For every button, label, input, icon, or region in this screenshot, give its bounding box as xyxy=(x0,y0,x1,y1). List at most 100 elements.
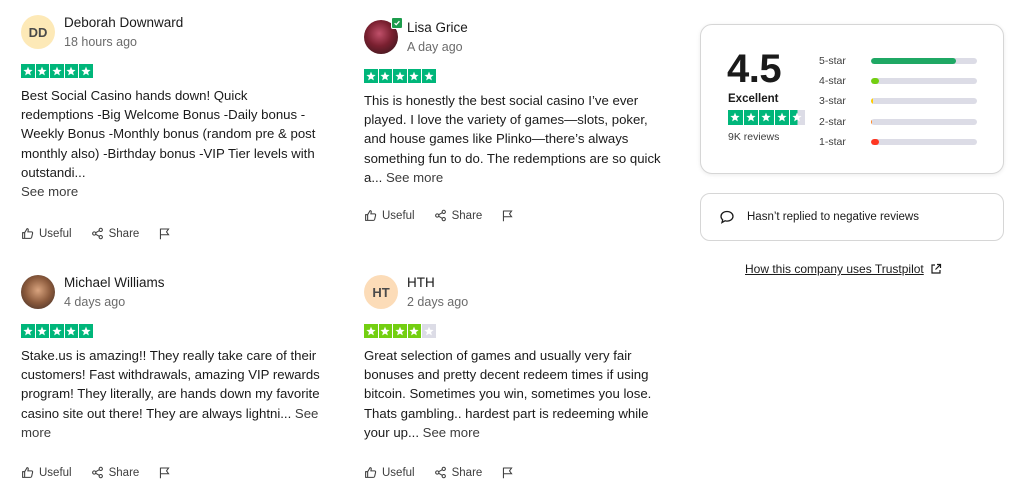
flag-icon xyxy=(160,228,170,240)
review-header: Lisa Grice A day ago xyxy=(364,17,664,57)
report-button[interactable] xyxy=(158,227,171,240)
review-actions: Useful Share xyxy=(364,209,533,222)
star-rating xyxy=(364,324,664,339)
review-date: 2 days ago xyxy=(407,294,469,309)
avatar[interactable] xyxy=(364,17,403,54)
useful-button[interactable]: Useful xyxy=(364,466,415,479)
star-icon xyxy=(728,110,743,125)
review-actions: Useful Share xyxy=(21,227,190,240)
avatar[interactable]: HT xyxy=(364,275,398,309)
review-actions: Useful Share xyxy=(21,466,190,479)
distribution-row[interactable]: 5-star xyxy=(819,51,977,71)
thumbs-up-icon xyxy=(22,228,34,239)
reviewer-name[interactable]: Michael Williams xyxy=(64,274,165,291)
distribution-label: 2-star xyxy=(819,115,846,128)
reviewer-name[interactable]: Deborah Downward xyxy=(64,14,183,31)
distribution-bar-fill xyxy=(871,58,956,65)
avatar[interactable] xyxy=(21,275,55,309)
share-icon xyxy=(434,466,446,479)
reply-notice: Hasn’t replied to negative reviews xyxy=(700,193,1004,241)
verified-badge xyxy=(391,17,403,29)
share-button[interactable]: Share xyxy=(91,466,140,479)
reviewer-name[interactable]: HTH xyxy=(407,274,468,291)
report-button[interactable] xyxy=(501,466,514,479)
useful-button[interactable]: Useful xyxy=(21,227,72,240)
distribution-label: 3-star xyxy=(819,95,846,108)
see-more-link[interactable]: See more xyxy=(423,425,480,440)
star-icon xyxy=(407,324,421,338)
share-button[interactable]: Share xyxy=(434,466,483,479)
flag-icon xyxy=(503,467,513,479)
thumbs-up-icon xyxy=(365,210,377,221)
star-icon xyxy=(21,324,35,338)
flag-icon xyxy=(160,467,170,479)
rating-distribution: 5-star 4-star 3-star 2-star 1-star xyxy=(819,51,977,152)
star-icon xyxy=(64,324,78,338)
distribution-bar-fill xyxy=(871,138,880,145)
distribution-bar-track xyxy=(871,138,977,145)
distribution-row[interactable]: 4-star xyxy=(819,71,977,91)
distribution-label: 1-star xyxy=(819,135,846,148)
distribution-row[interactable]: 3-star xyxy=(819,91,977,111)
reviews-count: 9K reviews xyxy=(728,131,780,143)
distribution-bar-track xyxy=(871,78,977,85)
see-more-link[interactable]: See more xyxy=(386,170,443,185)
share-button[interactable]: Share xyxy=(434,209,483,222)
star-icon xyxy=(50,324,64,338)
star-icon xyxy=(364,324,378,338)
report-button[interactable] xyxy=(158,466,171,479)
see-more-link[interactable]: See more xyxy=(21,182,321,201)
star-icon xyxy=(422,69,436,83)
review-text: Stake.us is amazing!! They really take c… xyxy=(21,346,321,442)
trust-score: 4.5 xyxy=(727,47,782,91)
distribution-bar-fill xyxy=(871,98,874,105)
summary-star-rating xyxy=(728,110,805,125)
share-label: Share xyxy=(108,466,140,479)
useful-button[interactable]: Useful xyxy=(364,209,415,222)
share-label: Share xyxy=(451,209,483,222)
reviewer-name[interactable]: Lisa Grice xyxy=(407,19,468,36)
star-icon xyxy=(35,64,49,78)
distribution-label: 5-star xyxy=(819,55,846,68)
share-label: Share xyxy=(451,466,483,479)
review-header: HT HTH 2 days ago xyxy=(364,272,664,312)
review-date: 18 hours ago xyxy=(64,34,137,49)
review-card: Michael Williams 4 days ago Stake.us is … xyxy=(21,272,321,442)
review-body: Best Social Casino hands down! Quick red… xyxy=(21,88,316,180)
star-rating xyxy=(21,324,321,339)
share-button[interactable]: Share xyxy=(91,227,140,240)
distribution-row[interactable]: 1-star xyxy=(819,132,977,152)
review-date: 4 days ago xyxy=(64,294,126,309)
distribution-bar-track xyxy=(871,58,977,65)
thumbs-up-icon xyxy=(22,467,34,478)
share-label: Share xyxy=(108,227,140,240)
review-text: Best Social Casino hands down! Quick red… xyxy=(21,86,321,201)
company-link-label: How this company uses Trustpilot xyxy=(745,262,924,276)
distribution-bar-fill xyxy=(871,78,880,85)
review-card: DD Deborah Downward 18 hours ago Best So… xyxy=(21,12,321,201)
star-icon xyxy=(79,324,93,338)
star-icon xyxy=(743,110,758,125)
useful-label: Useful xyxy=(39,227,72,240)
star-icon xyxy=(759,110,774,125)
useful-label: Useful xyxy=(382,466,415,479)
review-header: Michael Williams 4 days ago xyxy=(21,272,321,312)
avatar[interactable]: DD xyxy=(21,15,55,49)
thumbs-up-icon xyxy=(365,467,377,478)
useful-button[interactable]: Useful xyxy=(21,466,72,479)
distribution-bar-fill xyxy=(871,118,873,125)
star-icon xyxy=(21,64,35,78)
review-actions: Useful Share xyxy=(364,466,533,479)
distribution-bar-track xyxy=(871,118,977,125)
star-icon xyxy=(35,324,49,338)
company-trustpilot-link[interactable]: How this company uses Trustpilot xyxy=(745,262,942,276)
star-icon xyxy=(407,69,421,83)
flag-icon xyxy=(503,210,513,222)
distribution-bar-track xyxy=(871,98,977,105)
review-card: HT HTH 2 days ago Great selection of gam… xyxy=(364,272,664,442)
review-card: Lisa Grice A day ago This is honestly th… xyxy=(364,17,664,187)
distribution-row[interactable]: 2-star xyxy=(819,112,977,132)
star-icon xyxy=(393,69,407,83)
report-button[interactable] xyxy=(501,209,514,222)
star-icon xyxy=(422,324,436,338)
